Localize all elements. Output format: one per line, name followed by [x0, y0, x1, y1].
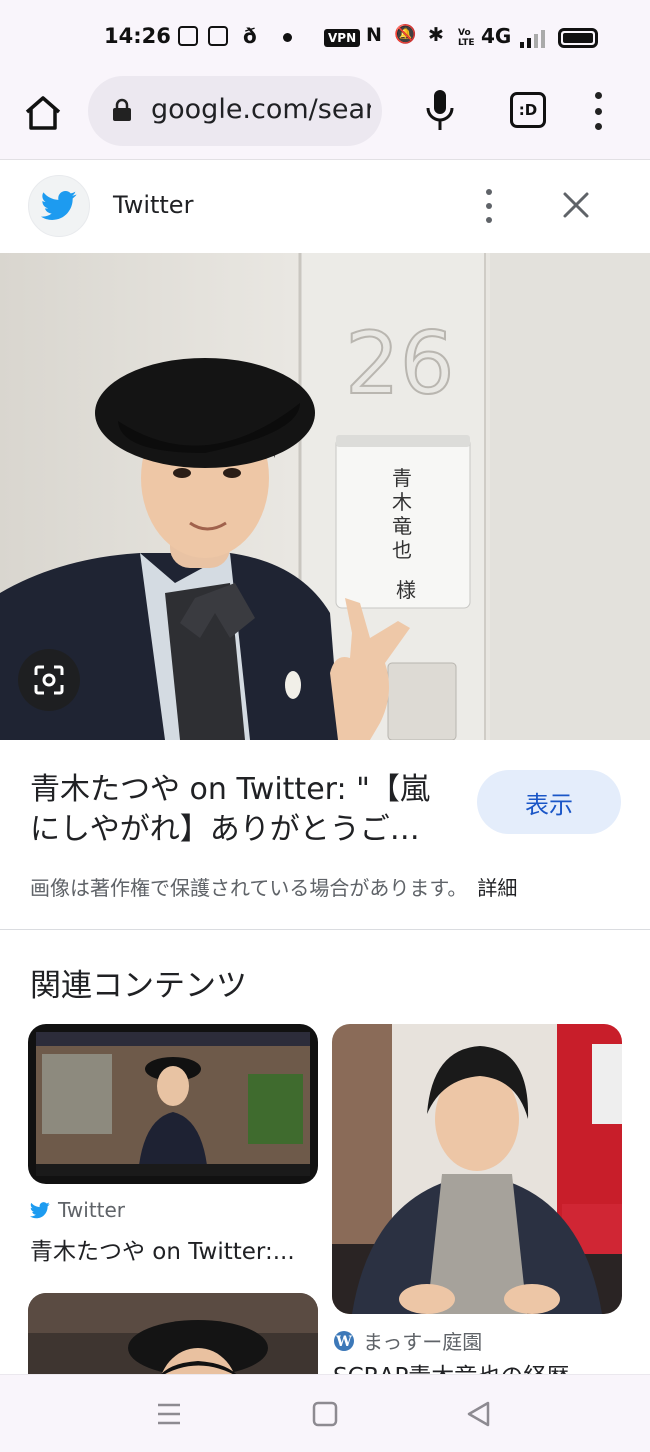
related-heading: 関連コンテンツ: [30, 968, 247, 1004]
lens-icon: [34, 665, 64, 695]
vpn-icon: VPN: [324, 29, 361, 47]
microphone-icon: [426, 90, 454, 130]
more-notifications-dot-icon: [283, 33, 292, 42]
nfc-icon: N: [366, 24, 382, 46]
signal-strength-icon: [520, 30, 545, 48]
nameplate-suffix: 様: [396, 578, 416, 602]
related-image-2: [332, 1024, 622, 1314]
lens-search-button[interactable]: [18, 649, 80, 711]
copyright-text: 画像は著作権で保護されている場合があります。: [30, 876, 468, 900]
related-thumbnail-1[interactable]: [28, 1024, 318, 1184]
more-vert-icon: [588, 92, 608, 130]
related-title-2[interactable]: SCRAP青木竜也の経歴: [333, 1357, 623, 1374]
tab-switcher-label: :D: [518, 101, 538, 119]
view-button-label: 表示: [525, 790, 573, 819]
twitter-bird-icon: [30, 1201, 50, 1218]
network-type: 4G: [481, 24, 512, 48]
lock-icon: [113, 98, 131, 121]
close-button[interactable]: [560, 189, 592, 221]
home-icon: [25, 96, 61, 130]
browser-menu-button[interactable]: [588, 92, 608, 130]
main-image[interactable]: 26 青木竜也 様: [0, 253, 650, 740]
back-triangle-icon: [467, 1401, 490, 1427]
recent-apps-button[interactable]: [154, 1399, 184, 1429]
related-title-1[interactable]: 青木たつや on Twitter:...: [30, 1232, 320, 1266]
view-button[interactable]: 表示: [477, 770, 621, 834]
related-thumbnail-2[interactable]: [332, 1024, 622, 1314]
twitter-bird-icon: [41, 191, 77, 220]
copyright-notice: 画像は著作権で保護されている場合があります。 詳細: [30, 872, 517, 901]
home-square-icon: [312, 1401, 338, 1427]
mute-icon: 🔕: [394, 24, 417, 45]
result-title[interactable]: 青木たつや on Twitter: "【嵐 にしやがれ】ありがとうご…: [30, 770, 460, 850]
voice-search-button[interactable]: [424, 88, 456, 132]
wordpress-icon: W: [334, 1330, 354, 1351]
related-source-2: W まっすー庭園: [333, 1326, 482, 1355]
door-number: 26: [345, 314, 454, 414]
url-text[interactable]: google.com/sear: [151, 94, 371, 125]
source-header: Twitter: [0, 161, 650, 253]
tab-switcher-button[interactable]: :D: [510, 92, 546, 128]
result-title-line1: 青木たつや on Twitter: "【嵐: [30, 772, 430, 807]
home-nav-button[interactable]: [310, 1399, 340, 1429]
volte-icon: Vo LTE: [458, 28, 475, 48]
result-title-line2: にしやがれ】ありがとうご…: [30, 812, 420, 847]
detail-link[interactable]: 詳細: [477, 876, 517, 900]
system-navigation-bar: [0, 1374, 650, 1452]
browser-toolbar: google.com/sear :D: [0, 76, 650, 160]
back-nav-button[interactable]: [464, 1399, 494, 1429]
source-more-button[interactable]: [482, 189, 496, 223]
gallery-notification-icon: [208, 26, 228, 46]
divider: [0, 929, 650, 930]
menu-icon: [158, 1403, 180, 1425]
nameplate-text: 青木竜也: [392, 466, 412, 562]
app-notification-icon: ð: [243, 24, 257, 48]
screenshot-notification-icon: [178, 26, 198, 46]
main-photo: 26 青木竜也 様: [0, 253, 650, 740]
related-image-1: [28, 1024, 318, 1184]
source-avatar: [28, 175, 90, 237]
bluetooth-icon: ✱: [428, 24, 444, 46]
status-time: 14:26: [104, 24, 171, 48]
more-vert-icon: [482, 189, 496, 223]
home-button[interactable]: [22, 92, 64, 134]
status-bar: 14:26 ð VPN N 🔕 ✱ Vo LTE 4G: [0, 0, 650, 76]
related-source-1: Twitter: [30, 1198, 125, 1222]
battery-icon: [558, 28, 598, 48]
close-icon: [563, 192, 589, 218]
svg-text:W: W: [335, 1334, 352, 1350]
related-source-label-2: まっすー庭園: [363, 1330, 483, 1354]
source-name[interactable]: Twitter: [113, 191, 193, 219]
related-source-label-1: Twitter: [58, 1198, 126, 1222]
url-bar[interactable]: google.com/sear: [88, 76, 382, 146]
